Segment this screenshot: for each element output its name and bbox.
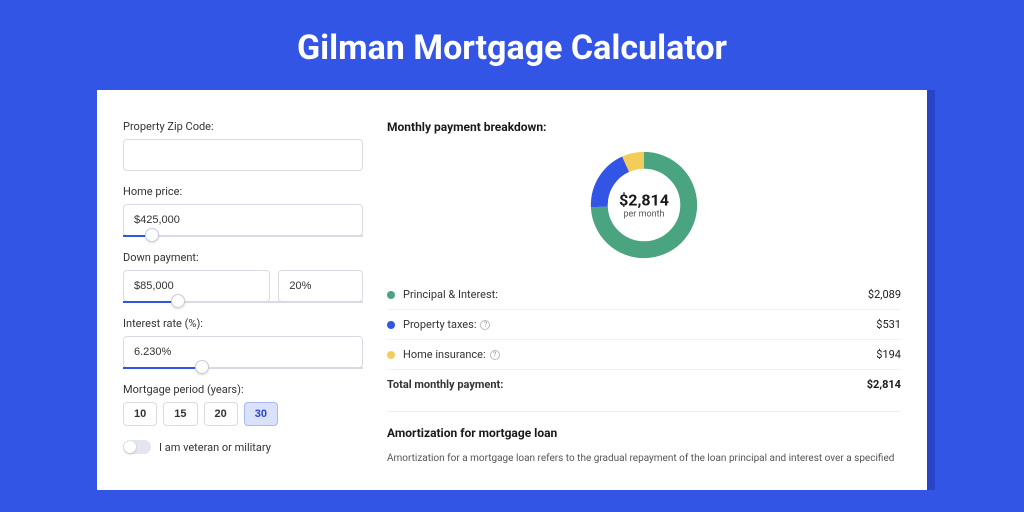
amortization-section: Amortization for mortgage loan Amortizat… <box>387 411 901 466</box>
breakdown-row: Principal & Interest:$2,089 <box>387 280 901 310</box>
breakdown-item-label: Home insurance:? <box>403 348 876 361</box>
breakdown-title: Monthly payment breakdown: <box>387 120 901 134</box>
zip-group: Property Zip Code: <box>123 120 363 171</box>
period-label: Mortgage period (years): <box>123 383 363 396</box>
page-title: Gilman Mortgage Calculator <box>0 0 1024 90</box>
breakdown-item-value: $194 <box>876 348 901 361</box>
zip-label: Property Zip Code: <box>123 120 363 133</box>
breakdown-item-label: Property taxes:? <box>403 318 876 331</box>
breakdown-item-label: Principal & Interest: <box>403 288 868 301</box>
info-icon[interactable]: ? <box>490 350 500 360</box>
down-payment-slider[interactable] <box>123 301 363 303</box>
breakdown-total-label: Total monthly payment: <box>387 378 867 391</box>
breakdown-row: Property taxes:?$531 <box>387 310 901 340</box>
down-payment-group: Down payment: <box>123 251 363 303</box>
home-price-group: Home price: <box>123 185 363 237</box>
amortization-body: Amortization for a mortgage loan refers … <box>387 452 901 466</box>
down-payment-pct-input[interactable] <box>278 270 363 302</box>
period-button-15[interactable]: 15 <box>163 402 197 426</box>
home-price-slider[interactable] <box>123 235 363 237</box>
down-payment-amount-input[interactable] <box>123 270 270 302</box>
period-buttons: 1015 2030 <box>123 402 363 426</box>
period-button-20[interactable]: 20 <box>204 402 238 426</box>
breakdown-total-row: Total monthly payment: $2,814 <box>387 370 901 399</box>
period-group: Mortgage period (years): 1015 2030 <box>123 383 363 426</box>
color-dot <box>387 321 395 329</box>
calculator-card: Property Zip Code: Home price: Down paym… <box>97 90 927 490</box>
donut-sublabel: per month <box>619 210 669 220</box>
veteran-label: I am veteran or military <box>159 441 271 454</box>
amortization-title: Amortization for mortgage loan <box>387 426 901 440</box>
donut-chart: $2,814 per month <box>387 146 901 264</box>
breakdown-column: Monthly payment breakdown: $2,814 per mo… <box>387 120 901 490</box>
color-dot <box>387 291 395 299</box>
breakdown-total-value: $2,814 <box>867 378 901 391</box>
home-price-input[interactable] <box>123 204 363 236</box>
zip-input[interactable] <box>123 139 363 171</box>
breakdown-item-value: $531 <box>876 318 901 331</box>
veteran-toggle[interactable] <box>123 440 151 454</box>
down-payment-label: Down payment: <box>123 251 363 264</box>
info-icon[interactable]: ? <box>480 320 490 330</box>
color-dot <box>387 351 395 359</box>
interest-rate-input[interactable] <box>123 336 363 368</box>
interest-rate-slider[interactable] <box>123 367 363 369</box>
breakdown-item-value: $2,089 <box>868 288 901 301</box>
donut-amount: $2,814 <box>619 191 669 210</box>
home-price-label: Home price: <box>123 185 363 198</box>
form-column: Property Zip Code: Home price: Down paym… <box>123 120 363 490</box>
breakdown-row: Home insurance:?$194 <box>387 340 901 370</box>
interest-rate-group: Interest rate (%): <box>123 317 363 369</box>
breakdown-list: Principal & Interest:$2,089Property taxe… <box>387 280 901 370</box>
veteran-row: I am veteran or military <box>123 440 363 454</box>
interest-rate-label: Interest rate (%): <box>123 317 363 330</box>
period-button-10[interactable]: 10 <box>123 402 157 426</box>
period-button-30[interactable]: 30 <box>244 402 278 426</box>
